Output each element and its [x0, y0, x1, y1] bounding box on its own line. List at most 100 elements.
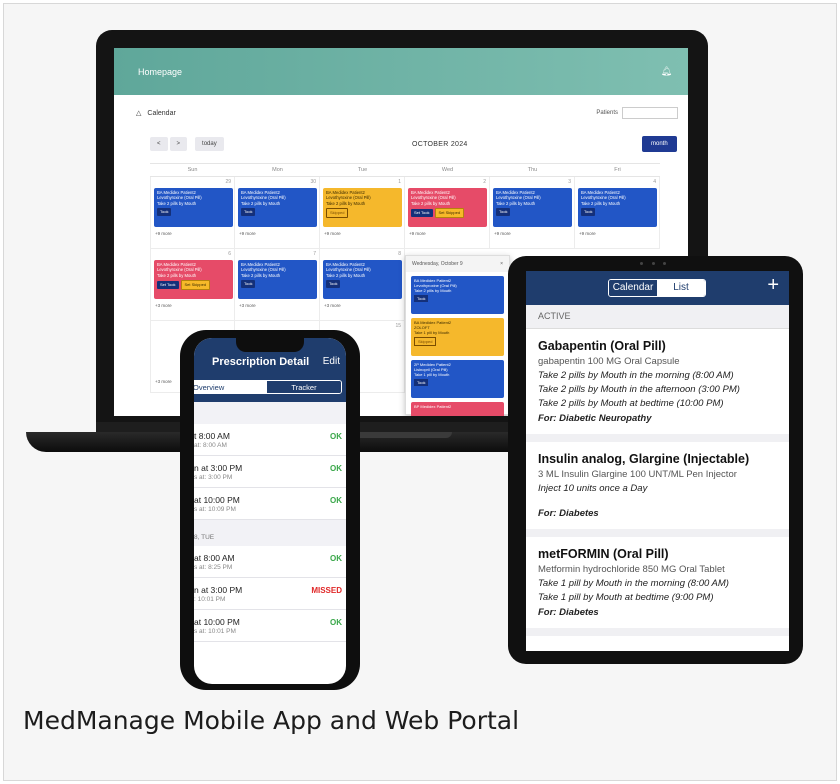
calendar-event[interactable]: BA Medidex Patient2 Levothyroxine (Oral P…	[493, 188, 572, 227]
header-title: Homepage	[138, 66, 183, 77]
tab-list[interactable]: List	[657, 280, 705, 296]
calendar-day-cell[interactable]: 1 BA Medidex Patient2 Levothyroxine (Oral …	[320, 177, 405, 249]
event-status-tag[interactable]: Set Skipped	[434, 208, 465, 218]
medication-card[interactable]: metFORMIN (Oral Pill) Metformin hydrochlo…	[526, 537, 789, 636]
prev-button[interactable]: <	[150, 137, 168, 151]
calendar-day-cell[interactable]: 7 BA Medidex Patient2 Levothyroxine (Oral …	[235, 249, 320, 321]
patients-select[interactable]	[622, 107, 678, 119]
bell-icon[interactable]: 🔔︎	[661, 66, 672, 77]
weekday-header: Sun Mon Tue Wed Thu Fri	[150, 163, 688, 177]
edit-button[interactable]: Edit	[323, 356, 340, 367]
tab-overview[interactable]: Overview	[194, 381, 267, 393]
more-events-link[interactable]: +3 more	[324, 303, 341, 308]
more-events-link[interactable]: +3 more	[239, 303, 256, 308]
medication-description: 3 ML Insulin Glargine 100 UNT/ML Pen Inj…	[538, 469, 737, 480]
dose-row[interactable]: at 10:00 PM s at: 10:09 PM OK	[194, 488, 346, 520]
dose-row[interactable]: t 8:00 AM at: 8:00 AM OK	[194, 424, 346, 456]
calendar-day-cell[interactable]: 3 BA Medidex Patient2 Levothyroxine (Oral …	[490, 177, 575, 249]
popup-event[interactable]: BP Medidex Patient2	[411, 402, 504, 416]
popup-event[interactable]: BA Medidex Patient2 ZOLOFT Take 1 pill by …	[411, 318, 504, 356]
day-number: 3	[568, 179, 571, 185]
popup-event[interactable]: 2P Medidex Patient2 Lisinopril (Oral Pill…	[411, 360, 504, 398]
medication-card[interactable]: Gabapentin (Oral Pill) gabapentin 100 MG …	[526, 329, 789, 442]
event-status-tag[interactable]: Skipped	[414, 337, 437, 346]
event-status-tag[interactable]: Took	[414, 379, 429, 386]
dose-taken-time: s at: 8:25 PM	[194, 564, 233, 571]
event-status-tag[interactable]: Took	[241, 208, 256, 216]
event-status-tag[interactable]: Took	[496, 208, 511, 216]
portal-header: Homepage 🔔︎	[114, 48, 688, 95]
phone-screen: Prescription Detail Edit Overview Tracke…	[194, 338, 346, 684]
day-number: 2	[483, 179, 486, 185]
day-number: 15	[395, 323, 401, 329]
calendar-day-cell[interactable]: 8 BA Medidex Patient2 Levothyroxine (Oral …	[320, 249, 405, 321]
more-events-link[interactable]: +3 more	[155, 379, 172, 384]
medication-card[interactable]: Insulin analog, Glargine (Injectable) 3 M…	[526, 442, 789, 537]
dosing-instruction: Take 1 pill by Mouth at bedtime (9:00 PM…	[538, 592, 714, 603]
calendar-event[interactable]: BA Medidex Patient2 Levothyroxine (Oral P…	[323, 188, 402, 227]
calendar-event[interactable]: BA Medidex Patient2 Levothyroxine (Oral P…	[154, 260, 233, 299]
day-number: 30	[310, 179, 316, 185]
calendar-day-cell[interactable]: 6 BA Medidex Patient2 Levothyroxine (Oral …	[150, 249, 235, 321]
calendar-day-cell[interactable]: 29 BA Medidex Patient2 Levothyroxine (Oral…	[150, 177, 235, 249]
more-events-link[interactable]: +3 more	[155, 303, 172, 308]
dose-row[interactable]: n at 3:00 PM: 10:01 PM MISSED	[194, 578, 346, 610]
event-line: Take 2 pills by Mouth	[157, 272, 197, 278]
dose-time: n at 3:00 PM	[194, 585, 243, 595]
week-row: 29 BA Medidex Patient2 Levothyroxine (Oral…	[150, 177, 688, 249]
event-status-tag[interactable]: Took	[414, 295, 429, 302]
more-events-link[interactable]: +9 more	[409, 231, 426, 236]
event-status-tag[interactable]: Skipped	[326, 208, 349, 218]
medication-indication: For: Diabetic Neuropathy	[538, 413, 652, 424]
calendar-event[interactable]: BA Medidex Patient2 Levothyroxine (Oral P…	[408, 188, 487, 227]
more-events-link[interactable]: +9 more	[324, 231, 341, 236]
calendar-event[interactable]: BA Medidex Patient2 Levothyroxine (Oral P…	[154, 188, 233, 227]
event-status-tag[interactable]: Set Skipped	[180, 280, 211, 290]
more-events-link[interactable]: +9 more	[239, 231, 256, 236]
dose-status: OK	[330, 432, 342, 441]
dosing-instruction: Take 2 pills by Mouth in the morning (8:…	[538, 370, 734, 381]
event-status-tag[interactable]: Took	[581, 208, 596, 216]
more-events-link[interactable]: +9 more	[494, 231, 511, 236]
month-view-button[interactable]: month	[642, 136, 677, 152]
calendar-nav: < > today OCTOBER 2024 month	[114, 131, 688, 157]
calendar-day-cell[interactable]: 2 BA Medidex Patient2 Levothyroxine (Oral …	[405, 177, 490, 249]
calendar-event[interactable]: BA Medidex Patient2 Levothyroxine (Oral P…	[238, 260, 317, 299]
event-line: Take 2 pills by Mouth	[326, 272, 366, 278]
dose-list: t 8:00 AM at: 8:00 AM OK n at 3:00 PM s at: …	[194, 424, 346, 520]
month-title: OCTOBER 2024	[412, 140, 468, 148]
tab-calendar[interactable]: Calendar	[609, 280, 657, 296]
weekday: Fri	[575, 163, 660, 177]
calendar-event[interactable]: BA Medidex Patient2 Levothyroxine (Oral P…	[323, 260, 402, 299]
medication-list: Gabapentin (Oral Pill) gabapentin 100 MG …	[526, 329, 789, 636]
more-events-link[interactable]: +9 more	[579, 231, 596, 236]
event-line: Take 2 pills by Mouth	[241, 272, 281, 278]
event-status-tag[interactable]: Took	[241, 280, 256, 288]
event-status-tag[interactable]: Took	[157, 208, 172, 216]
dose-row[interactable]: n at 3:00 PM s at: 3:00 PM OK	[194, 456, 346, 488]
day-number: 4	[653, 179, 656, 185]
calendar-toolbar: △ Calendar Patients	[114, 95, 688, 131]
add-icon[interactable]: +	[767, 275, 779, 295]
dose-time: at 10:00 PM	[194, 617, 240, 627]
weekday: Sun	[150, 163, 235, 177]
popup-event[interactable]: BA Medidex Patient2 Levothyroxine (Oral P…	[411, 276, 504, 314]
today-button[interactable]: today	[195, 137, 224, 151]
next-button[interactable]: >	[169, 137, 188, 151]
calendar-event[interactable]: BA Medidex Patient2 Levothyroxine (Oral P…	[238, 188, 317, 227]
event-status-tag[interactable]: Set Took	[157, 281, 179, 289]
more-events-link[interactable]: +9 more	[155, 231, 172, 236]
close-icon[interactable]: ×	[500, 261, 503, 267]
calendar-day-cell[interactable]: 30 BA Medidex Patient2 Levothyroxine (Oral…	[235, 177, 320, 249]
dose-row[interactable]: at 8:00 AM s at: 8:25 PM OK	[194, 546, 346, 578]
tab-tracker[interactable]: Tracker	[267, 381, 341, 393]
calendar-event[interactable]: BA Medidex Patient2 Levothyroxine (Oral P…	[578, 188, 657, 227]
event-status-tag[interactable]: Set Took	[411, 209, 433, 217]
event-line: Take 2 pills by Mouth	[581, 200, 621, 206]
day-popup: Wednesday, October 9 × BA Medidex Patien…	[405, 255, 510, 416]
calendar-day-cell[interactable]: 4 BA Medidex Patient2 Levothyroxine (Oral …	[575, 177, 660, 249]
event-status-tag[interactable]: Took	[326, 280, 341, 288]
dose-row[interactable]: at 10:00 PM s at: 10:01 PM OK	[194, 610, 346, 642]
dosing-instruction: Inject 10 units once a Day	[538, 483, 648, 494]
medication-name: Gabapentin (Oral Pill)	[538, 339, 666, 353]
